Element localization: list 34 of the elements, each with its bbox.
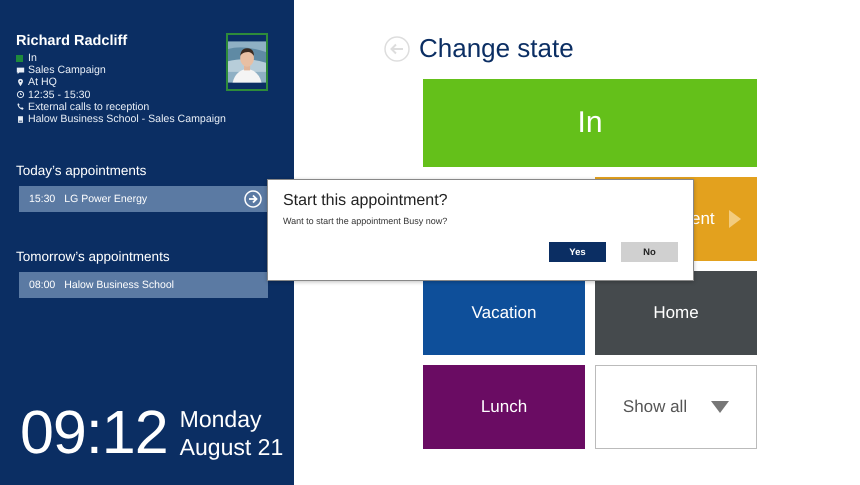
detail-text: Halow Business School - Sales Campaign [28,113,226,126]
page-title: Change state [419,33,574,64]
section-heading: Tomorrow’s appointments [16,249,171,264]
time-icon [16,90,25,100]
state-tile[interactable]: Lunch [423,365,585,449]
show-all-tile[interactable]: Show all [595,365,757,449]
appointment-title: Halow Business School [64,279,176,292]
location-icon [16,78,25,87]
detail-text: Sales Campaign [28,64,106,76]
clock-time: 09:12 [20,402,168,463]
state-tile[interactable]: Home [595,271,757,355]
dialog-message: Want to start the appointment Busy now? [283,216,448,226]
detail-text: 12:35 - 15:30 [28,88,90,101]
date: August 21 [180,432,284,460]
arrow-circle-icon[interactable] [244,190,262,208]
person-name: Richard Radcliff [16,33,128,49]
appointment-time: 08:00 [29,279,56,292]
phone-icon [16,102,25,112]
appointment-time: 15:30 [29,193,56,206]
dialog-title: Start this appointment? [283,192,449,210]
status-text: In [28,52,37,64]
message-icon [16,66,25,75]
detail-text: External calls to reception [28,100,150,114]
cancel-button[interactable]: No [621,242,678,262]
confirm-button[interactable]: Yes [549,242,606,262]
appointment-item[interactable]: 08:00 Halow Business School [19,272,268,298]
dropdown-icon [711,401,730,413]
book-icon [16,114,25,124]
section-heading: Today’s appointments [16,163,148,178]
appointment-title: LG Power Energy [64,193,148,206]
weekday: Monday [180,404,262,432]
appointment-item[interactable]: 15:30 LG Power Energy [19,186,268,212]
play-icon [728,210,741,228]
detail-text: At HQ [28,76,57,89]
